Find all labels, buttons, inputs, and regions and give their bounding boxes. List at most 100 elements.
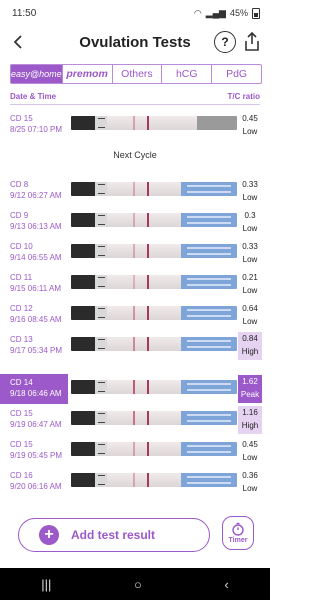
ratio-level: Low [242,317,258,326]
strip-brand-zone [181,337,237,351]
timer-label: Timer [228,537,248,544]
tc-ratio: 0.33 Low [238,240,262,266]
col-tc-ratio: T/C ratio [227,92,260,101]
home-icon[interactable]: ○ [134,577,142,592]
back-nav-icon[interactable]: ‹ [224,577,228,592]
strip-handle [71,244,95,258]
strip-max-zone [95,213,107,227]
strip-result-window [107,306,181,320]
tab-hcg[interactable]: hCG [162,65,213,83]
strip-brand-zone [181,182,237,196]
add-test-result-button[interactable]: + Add test result [18,518,210,552]
tab-easyathome[interactable]: easy@home [11,65,63,83]
test-date: CD 15 9/19 05:45 PM [10,439,62,461]
strip-result-window [107,411,181,425]
strip-test-line [133,442,135,456]
strip-brand-zone [181,473,237,487]
test-row[interactable]: CD 8 9/12 06:27 AM 0.33 Low [0,176,270,206]
brand-tabs: easy@home premom Others hCG PdG [10,64,262,84]
strip-handle [71,380,95,394]
ratio-value: 0.33 [242,180,258,189]
test-date: CD 9 9/13 06:13 AM [10,210,62,232]
cycle-day: CD 14 [10,378,33,387]
test-date: CD 15 8/25 07:10 PM [10,113,62,135]
tc-ratio: 0.64 Low [238,302,262,328]
strip-handle [71,116,95,130]
test-strip-image [71,380,237,394]
plus-icon: + [39,525,59,545]
tab-premom[interactable]: premom [63,65,113,83]
strip-max-zone [95,116,107,130]
strip-control-line [147,442,149,456]
share-button[interactable] [242,31,262,53]
strip-handle [71,473,95,487]
strip-control-line [147,411,149,425]
date-time: 9/13 06:13 AM [10,222,62,231]
tab-others[interactable]: Others [113,65,163,83]
tc-ratio: 1.16 High [238,406,262,434]
test-row[interactable]: CD 9 9/13 06:13 AM 0.3 Low [0,207,270,237]
status-icons: ◠ ▂▄▆ 45% [194,7,260,19]
date-time: 8/25 07:10 PM [10,125,63,134]
strip-result-window [107,116,197,130]
ratio-level: Peak [240,390,260,399]
tab-pdg[interactable]: PdG [212,65,261,83]
cycle-day: CD 11 [10,273,33,282]
strip-test-line [133,473,135,487]
test-row[interactable]: CD 14 9/18 06:46 AM 1.62 Peak [0,374,270,404]
back-button[interactable] [8,32,28,52]
test-date: CD 12 9/16 08:45 AM [10,303,62,325]
strip-result-window [107,473,181,487]
tc-ratio: 0.33 Low [238,178,262,204]
test-row[interactable]: CD 16 9/20 06:16 AM 0.36 Low [0,467,270,497]
strip-result-window [107,182,181,196]
col-date-time: Date & Time [10,92,57,101]
test-row[interactable]: CD 10 9/14 06:55 AM 0.33 Low [0,238,270,268]
cycle-day: CD 12 [10,304,33,313]
ratio-level: Low [242,286,258,295]
strip-control-line [147,306,149,320]
status-bar: 11:50 ◠ ▂▄▆ 45% [0,0,270,26]
test-row[interactable]: CD 15 9/19 06:47 AM 1.16 High [0,405,270,435]
test-row[interactable]: CD 12 9/16 08:45 AM 0.64 Low [0,300,270,330]
test-row[interactable]: CD 15 9/19 05:45 PM 0.45 Low [0,436,270,466]
strip-brand-zone [181,213,237,227]
ratio-value: 0.33 [242,242,258,251]
ratio-value: 0.64 [242,304,258,313]
test-date: CD 13 9/17 05:34 PM [10,334,62,356]
strip-handle [71,411,95,425]
date-time: 9/20 06:16 AM [10,482,62,491]
strip-control-line [147,213,149,227]
header: Ovulation Tests ? [0,26,270,58]
date-time: 9/19 05:45 PM [10,451,63,460]
strip-result-window [107,275,181,289]
ratio-value: 1.16 [242,408,258,417]
tc-ratio: 0.36 Low [238,469,262,495]
date-time: 9/18 06:46 AM [10,389,62,398]
test-date: CD 11 9/15 06:11 AM [10,272,61,294]
date-time: 9/16 08:45 AM [10,315,62,324]
strip-result-window [107,244,181,258]
ratio-value: 0.45 [242,114,258,123]
help-button[interactable]: ? [214,31,236,53]
timer-button[interactable]: Timer [222,516,254,550]
test-row[interactable]: CD 13 9/17 05:34 PM 0.84 High [0,331,270,361]
tc-ratio: 0.84 High [238,332,262,360]
ratio-level: Low [242,224,258,233]
test-strip-image [71,116,237,130]
strip-brand-zone [181,411,237,425]
ratio-level: High [241,347,259,356]
column-headers: Date & Time T/C ratio [10,92,260,101]
test-row[interactable]: CD 15 8/25 07:10 PM 0.45 Low [0,110,270,140]
strip-control-line [147,244,149,258]
recents-icon[interactable]: ||| [41,577,51,592]
strip-control-line [147,380,149,394]
timer-icon [232,522,244,536]
ratio-value: 0.84 [242,334,258,343]
ratio-level: Low [242,453,258,462]
ratio-value: 0.3 [244,211,256,220]
test-date: CD 15 9/19 06:47 AM [10,408,62,430]
test-row[interactable]: CD 11 9/15 06:11 AM 0.21 Low [0,269,270,299]
strip-test-line [133,411,135,425]
strip-control-line [147,473,149,487]
